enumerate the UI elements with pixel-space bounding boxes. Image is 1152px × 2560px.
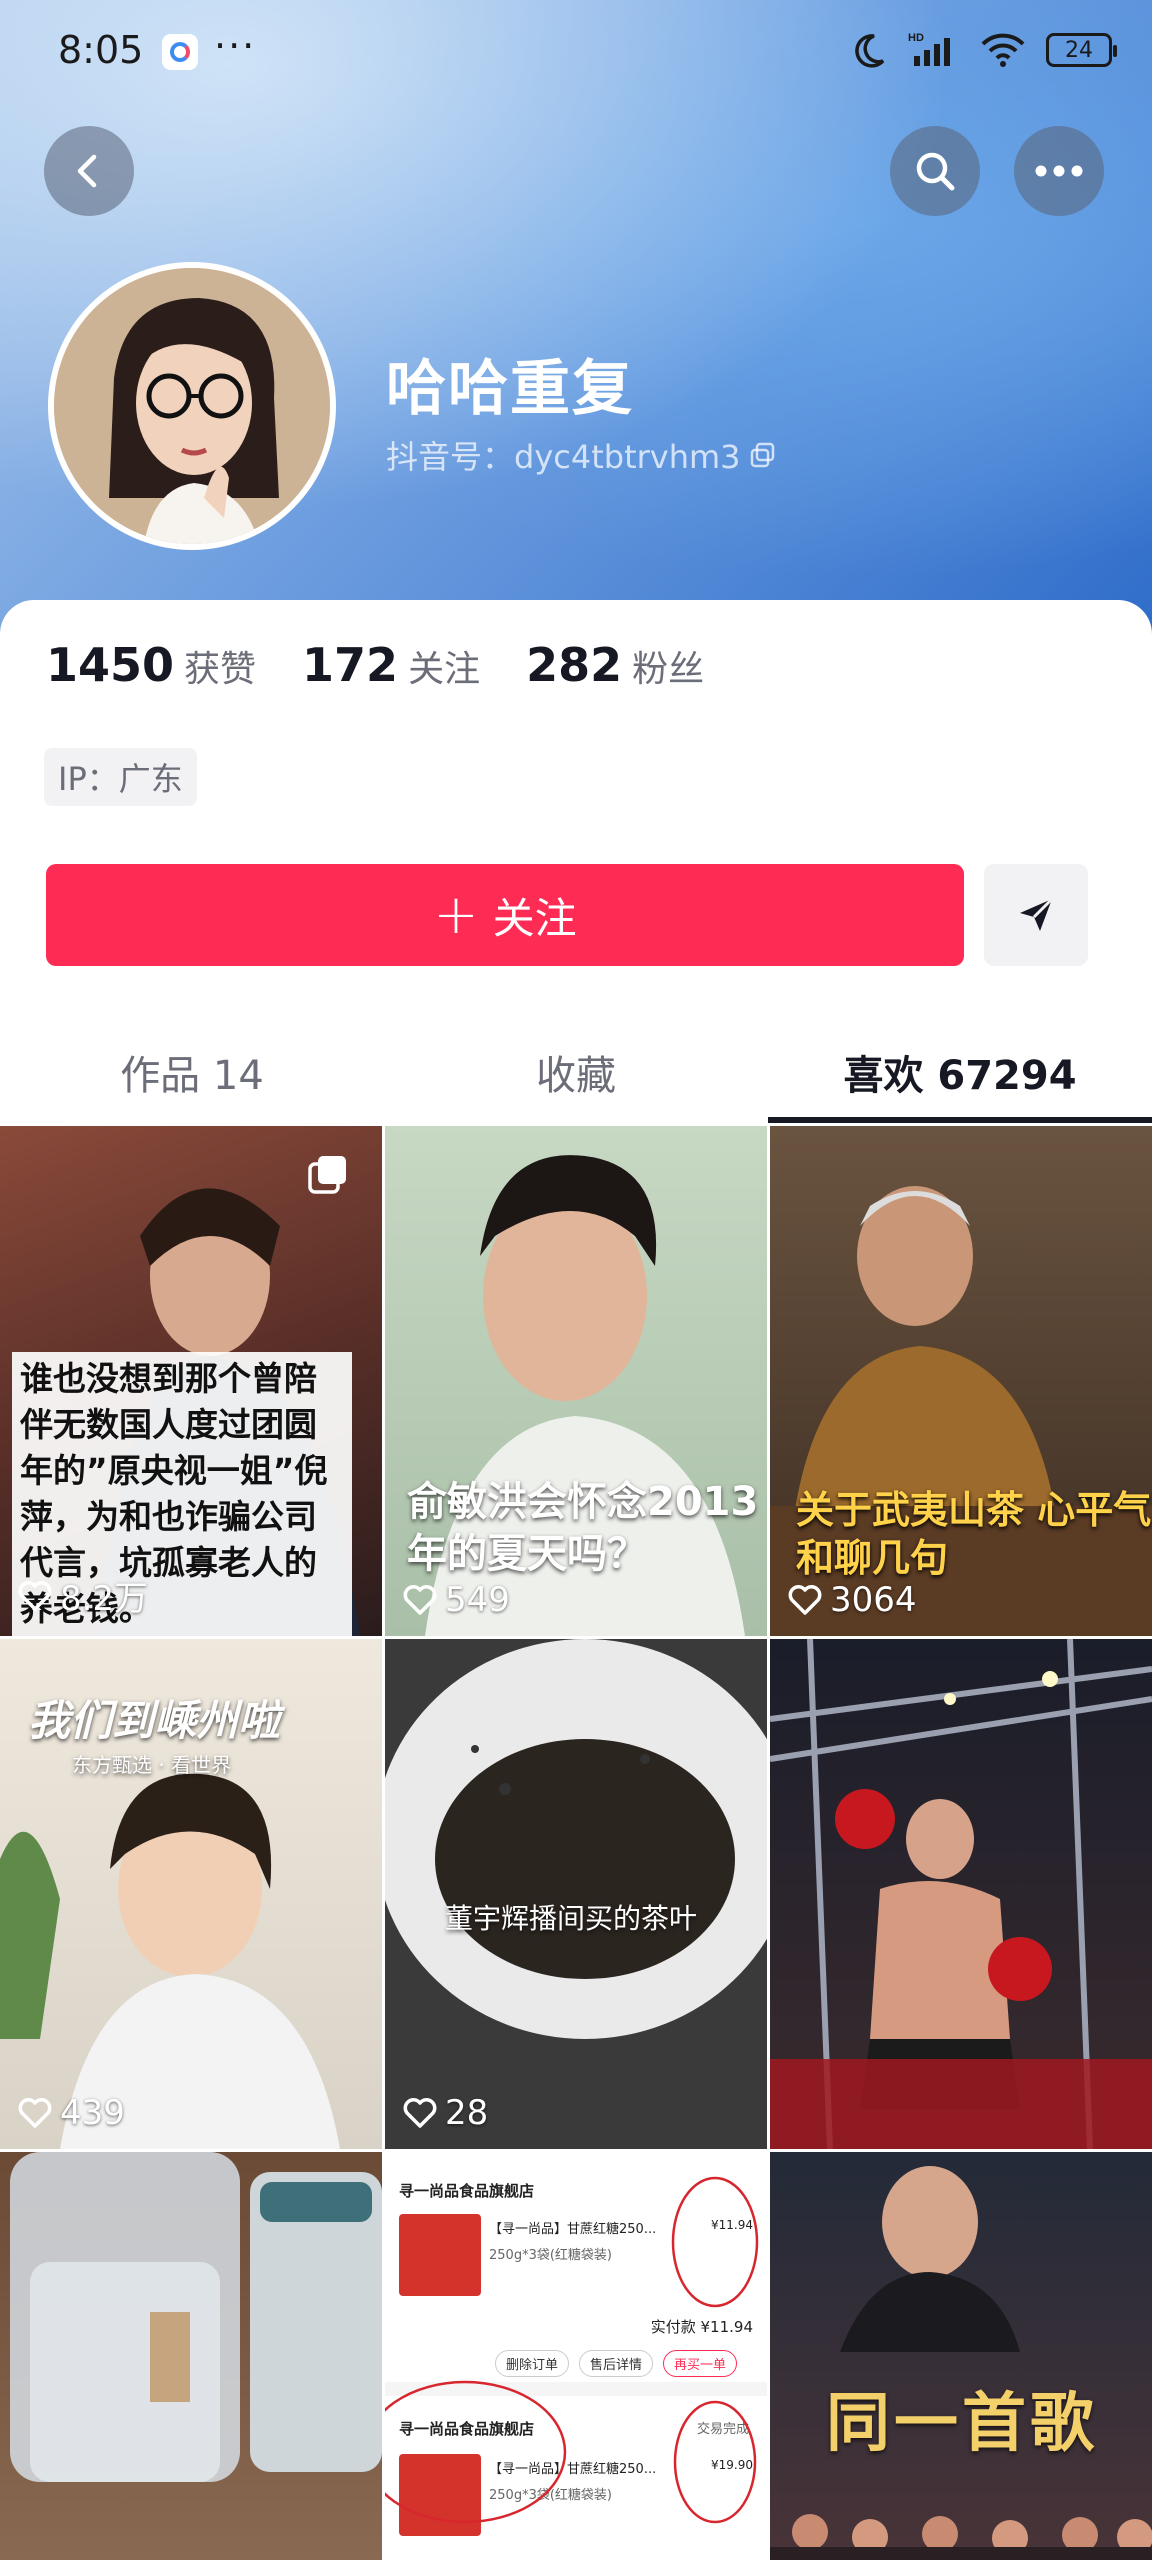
profile-screen: 8:05 ··· HD 24 哈哈重复 抖音号：dyc4tbtrvhm3 145… — [0, 0, 1152, 2560]
follow-label: 关注 — [492, 893, 577, 943]
avatar[interactable] — [48, 262, 336, 550]
battery-level: 24 — [1065, 37, 1093, 63]
red-annotation-marks — [385, 2176, 759, 2524]
video-thumbnail-image — [10, 2152, 382, 2482]
tab-likes[interactable]: 喜欢 67294 — [768, 1020, 1152, 1124]
more-horizontal-icon — [1035, 165, 1083, 177]
video-caption: 我们到嵊州啦 — [28, 1696, 281, 1745]
followers-count[interactable]: 282 — [526, 638, 622, 692]
search-button[interactable] — [890, 126, 980, 216]
multi-image-icon — [308, 1156, 346, 1194]
likes-count: 3064 — [830, 1580, 917, 1620]
video-thumbnail[interactable]: 同一首歌 — [770, 2152, 1152, 2560]
video-thumbnail-image — [385, 1639, 767, 2039]
plus-icon: + — [433, 883, 479, 946]
battery-icon: 24 — [1046, 33, 1117, 67]
tab-favorites[interactable]: 收藏 — [384, 1020, 768, 1124]
video-caption: 关于武夷山茶 心平气和聊几句 — [796, 1488, 1152, 1580]
video-thumbnail-image — [770, 1639, 1152, 2149]
video-thumbnail[interactable]: 谁也没想到那个曾陪伴无数国人度过团圆年的”原央视一姐”倪萍，为和也诈骗公司代言，… — [0, 1126, 382, 1636]
app-notification-icon — [162, 34, 198, 70]
likes-count: 439 — [60, 2093, 125, 2133]
profile-name: 哈哈重复 — [386, 354, 634, 424]
likes-count: 8.2万 — [60, 1579, 149, 1619]
heart-icon — [18, 2098, 52, 2128]
status-more: ··· — [214, 24, 257, 68]
video-subcaption: 东方甄选 · 看世界 — [72, 1753, 232, 1777]
avatar-illustration — [54, 268, 330, 544]
video-likes: 439 — [18, 2093, 125, 2133]
video-thumbnail[interactable] — [0, 2152, 382, 2560]
video-thumbnail[interactable]: 董宇辉播间买的茶叶 28 — [385, 1639, 767, 2149]
hd-text: HD — [908, 32, 924, 44]
tab-works[interactable]: 作品 14 — [0, 1020, 384, 1124]
douyin-id[interactable]: 抖音号：dyc4tbtrvhm3 — [386, 432, 777, 478]
video-thumbnail-image — [770, 2166, 1152, 2560]
video-caption: 董宇辉播间买的茶叶 — [445, 1902, 698, 1935]
video-thumbnail[interactable]: 我们到嵊州啦 东方甄选 · 看世界 439 — [0, 1639, 382, 2149]
back-button[interactable] — [44, 126, 134, 216]
active-tab-indicator — [768, 1117, 1152, 1123]
status-bar: 8:05 ··· HD 24 — [0, 0, 1152, 110]
following-label[interactable]: 关注 — [408, 640, 480, 692]
likes-count: 549 — [445, 1580, 510, 1620]
likes-count: 28 — [445, 2093, 489, 2133]
video-caption: 俞敏洪会怀念2013年的夏天吗？ — [407, 1479, 759, 1577]
heart-icon — [403, 2098, 437, 2128]
douyin-id-text: 抖音号：dyc4tbtrvhm3 — [386, 438, 741, 476]
heart-icon — [18, 1580, 52, 1611]
heart-icon — [403, 1585, 437, 1615]
video-thumbnail[interactable]: 俞敏洪会怀念2013年的夏天吗？ 549 — [385, 1126, 767, 1636]
following-count[interactable]: 172 — [302, 638, 398, 692]
profile-tabs: 作品 14 收藏 喜欢 67294 — [0, 1020, 1152, 1124]
message-button[interactable] — [984, 864, 1088, 966]
video-likes: 28 — [403, 2093, 488, 2133]
video-caption: 同一首歌 — [826, 2386, 1098, 2461]
followers-label[interactable]: 粉丝 — [632, 640, 704, 692]
video-likes: 8.2万 — [18, 1571, 148, 1620]
signal-icon: HD — [908, 32, 950, 66]
heart-icon — [788, 1585, 822, 1615]
video-thumbnail[interactable] — [770, 1639, 1152, 2149]
likes-count: 1450 — [46, 638, 175, 692]
profile-stats: 1450 获赞 172 关注 282 粉丝 — [46, 638, 750, 692]
video-likes: 549 — [403, 1580, 510, 1620]
wifi-icon — [981, 33, 1025, 67]
video-thumbnail[interactable]: 关于武夷山茶 心平气和聊几句 3064 — [770, 1126, 1152, 1636]
likes-label: 获赞 — [184, 649, 257, 690]
send-icon — [1020, 897, 1054, 931]
moon-icon — [855, 34, 885, 68]
search-icon — [916, 152, 955, 191]
follow-button[interactable]: + 关注 — [46, 864, 964, 966]
chevron-left-icon — [77, 154, 97, 188]
more-options-button[interactable] — [1014, 126, 1104, 216]
video-thumbnail[interactable]: 寻一尚品食品旗舰店 【寻一尚品】甘蔗红糖250... 250g*3袋(红糖袋装)… — [385, 2152, 767, 2560]
copy-icon[interactable] — [749, 441, 777, 469]
ip-location-badge: IP：广东 — [44, 748, 197, 806]
status-right-icons: HD 24 — [848, 30, 1117, 70]
status-time: 8:05 — [58, 28, 144, 72]
video-likes: 3064 — [788, 1580, 917, 1620]
